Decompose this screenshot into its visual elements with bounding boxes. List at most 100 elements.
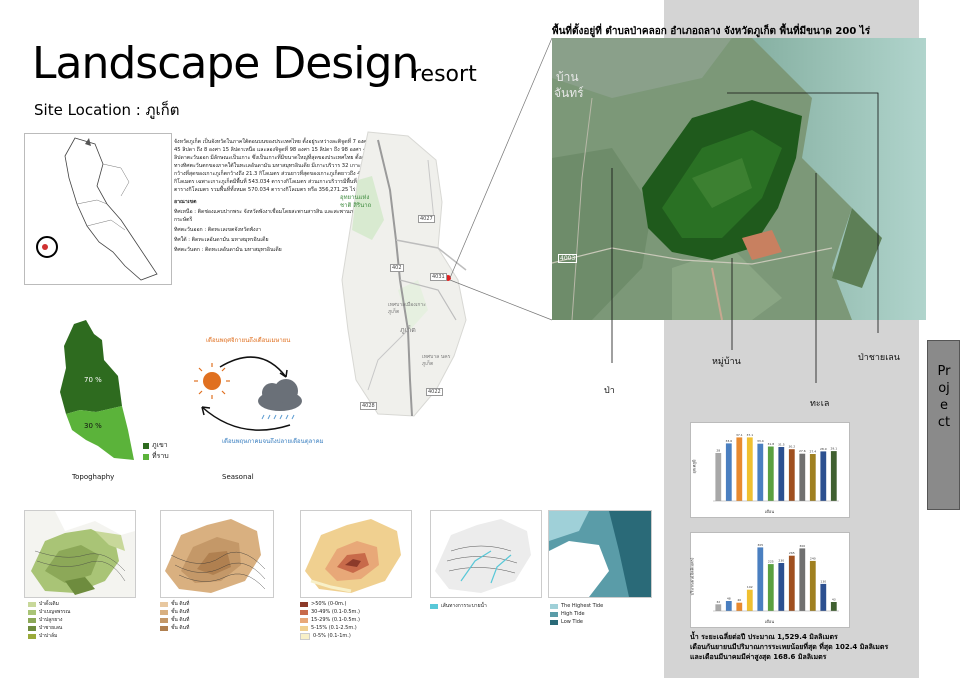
rain-cloud-icon: [258, 379, 302, 420]
topography-legend: ภูเขา ที่ราบ: [143, 440, 169, 462]
annotation-lines: [611, 92, 879, 383]
topo-legend-label: ภูเขา: [152, 441, 168, 449]
chart2-bar-10: [809, 560, 816, 611]
chart2-bar-8: [788, 555, 795, 611]
rainfall-chart: 32 48 40 102 305 225 230 265 300 240 130 43 ปริมาณฝ…: [689, 532, 850, 628]
legend-item: >50% (0-0m.): [300, 600, 360, 608]
chart1-bar-6: [767, 446, 774, 501]
chart2-bar-12: [830, 602, 837, 611]
legend-swatch: [160, 617, 168, 623]
map-road-402: 402: [390, 264, 404, 272]
map-town1-label: เทศบาลเมืองเกาะภูเก็ต: [388, 302, 426, 315]
legend-swatch: [300, 601, 308, 607]
chart2-data-label-3: 40: [737, 598, 741, 602]
project-tab[interactable]: Project: [927, 340, 960, 510]
chart1-data-label-6: 31.8: [767, 442, 774, 446]
legend-swatch: [300, 609, 308, 615]
legend-label: The Highest Tide: [561, 603, 604, 609]
map-road-4027: 4027: [418, 215, 435, 223]
chart2-data-label-11: 130: [820, 579, 826, 583]
legend-swatch: [28, 617, 36, 623]
legend-item: 0-5% (0.1-1m.): [300, 632, 360, 640]
topo-legend-swatch: [143, 442, 149, 449]
seasonal-top-text: เดือนพฤศจิกายนถึงเดือนเมษายน: [206, 337, 291, 344]
legend-item: The Highest Tide: [550, 602, 603, 610]
rainfall-note-line2: เดือนกันยายนมีปริมาณการระเหยน้อยที่สุด ท…: [690, 643, 889, 651]
chart1-xlabel: เดือน: [765, 509, 775, 514]
legend-swatch: [300, 632, 310, 640]
legend-swatch: [430, 603, 438, 609]
legend-drainage: เส้นทางการระบายน้ำ: [430, 602, 487, 610]
label-mangrove: ป่าชายเลน: [858, 353, 900, 363]
legend-label: ป่าเบญจพรรณ: [39, 609, 71, 615]
legend-tide: The Highest Tide High Tide Low Tide: [550, 602, 603, 626]
legend-item: Low Tide: [550, 618, 603, 626]
seasonal-caption: Seasonal: [222, 473, 254, 481]
topography-map: 70 % 30 %: [58, 320, 138, 462]
legend-swatch: [28, 633, 36, 639]
legend-item: ป่าปาล์ม: [28, 632, 70, 640]
legend-swatch: [28, 609, 36, 615]
legend-swatch: [550, 611, 558, 617]
legend-item: ชั้น ดินที่: [160, 608, 189, 616]
legend-swatch: [550, 603, 558, 609]
legend-label: เส้นทางการระบายน้ำ: [441, 603, 487, 609]
analysis-map-vegetation: [24, 510, 136, 598]
chart1-data-label-1: 28: [716, 449, 720, 453]
chart2-data-label-6: 225: [768, 560, 774, 564]
chart2-data-label-10: 240: [810, 556, 816, 560]
legend-item: ชั้น ดินที่: [160, 624, 189, 632]
chart1-data-label-11: 28.9: [820, 447, 827, 451]
topography-caption: Topoghaphy: [72, 473, 115, 481]
legend-label: ป่าชายเลน: [39, 625, 63, 631]
topo-legend-swatch: [143, 453, 149, 460]
legend-item: 15-29% (0.1-0.5m.): [300, 616, 360, 624]
map-town2-label: ภูเก็ต: [400, 326, 416, 334]
legend-item: ป่าชายเลน: [28, 624, 70, 632]
legend-label: ป่าปลูกยาง: [39, 617, 63, 623]
chart1-bar-1: [715, 453, 722, 501]
seasonal-bottom-text: เดือนพฤษภาคมจนถึงปลายเดือนตุลาคม: [222, 438, 324, 445]
legend-slope: >50% (0-0m.) 30-49% (0.1-0.5m.) 15-29% (…: [300, 600, 360, 640]
legend-item: ชั้น ดินที่: [160, 616, 189, 624]
chart2-data-label-4: 102: [747, 585, 753, 589]
legend-label: Low Tide: [561, 619, 583, 625]
topo-pct-top: 70 %: [84, 376, 102, 384]
analysis-map-soil: [160, 510, 274, 598]
chart2-data-label-5: 305: [757, 543, 763, 547]
chart1-data-label-3: 37.1: [736, 433, 743, 437]
legend-item: 30-49% (0.1-0.5m.): [300, 608, 360, 616]
label-forest: ป่า: [604, 386, 615, 396]
legend-swatch: [300, 625, 308, 631]
legend-label: ชั้น ดินที่: [171, 625, 190, 631]
analysis-map-slope: [300, 510, 412, 598]
chart1-data-label-5: 33.4: [757, 439, 764, 443]
topo-pct-bottom: 30 %: [84, 422, 102, 430]
legend-swatch: [300, 617, 308, 623]
label-sea: ทะเล: [810, 399, 830, 409]
label-village: หมู่บ้าน: [712, 357, 741, 367]
chart2-bar-7: [778, 563, 785, 611]
chart1-bar-10: [809, 454, 816, 501]
legend-swatch: [28, 625, 36, 631]
legend-item: ป่าปลูกยาง: [28, 616, 70, 624]
chart2-bar-4: [746, 589, 753, 611]
site-info-text: พื้นที่ตั้งอยู่ที่ ตำบลป่าคลอก อำเภอถลาง…: [552, 26, 871, 37]
chart1-data-label-9: 27.6: [799, 449, 806, 453]
chart1-ylabel: อุณหภูมิ: [691, 459, 697, 474]
chart1-data-label-2: 33.6: [725, 439, 732, 443]
legend-item: ป่าดั้งเดิม: [28, 600, 70, 608]
legend-item: ป่าเบญจพรรณ: [28, 608, 70, 616]
chart2-data-label-8: 265: [789, 551, 795, 555]
chart1-data-label-4: 37.1: [746, 433, 753, 437]
chart2-bar-11: [820, 583, 827, 611]
legend-swatch: [160, 609, 168, 615]
chart1-data-label-7: 31.5: [778, 443, 785, 447]
legend-label: >50% (0-0m.): [311, 601, 347, 607]
connector-lines: [449, 37, 553, 321]
legend-label: ชั้น ดินที่: [171, 601, 190, 607]
legend-label: 5-15% (0.1-2.5m.): [311, 625, 357, 631]
rainfall-note-line1: น้ำ ระยะเฉลี่ยต่อปี ประมาณ 1,529.4 มิลลิ…: [690, 633, 838, 641]
sun-icon: [194, 363, 230, 399]
chart1-bar-3: [736, 437, 743, 501]
